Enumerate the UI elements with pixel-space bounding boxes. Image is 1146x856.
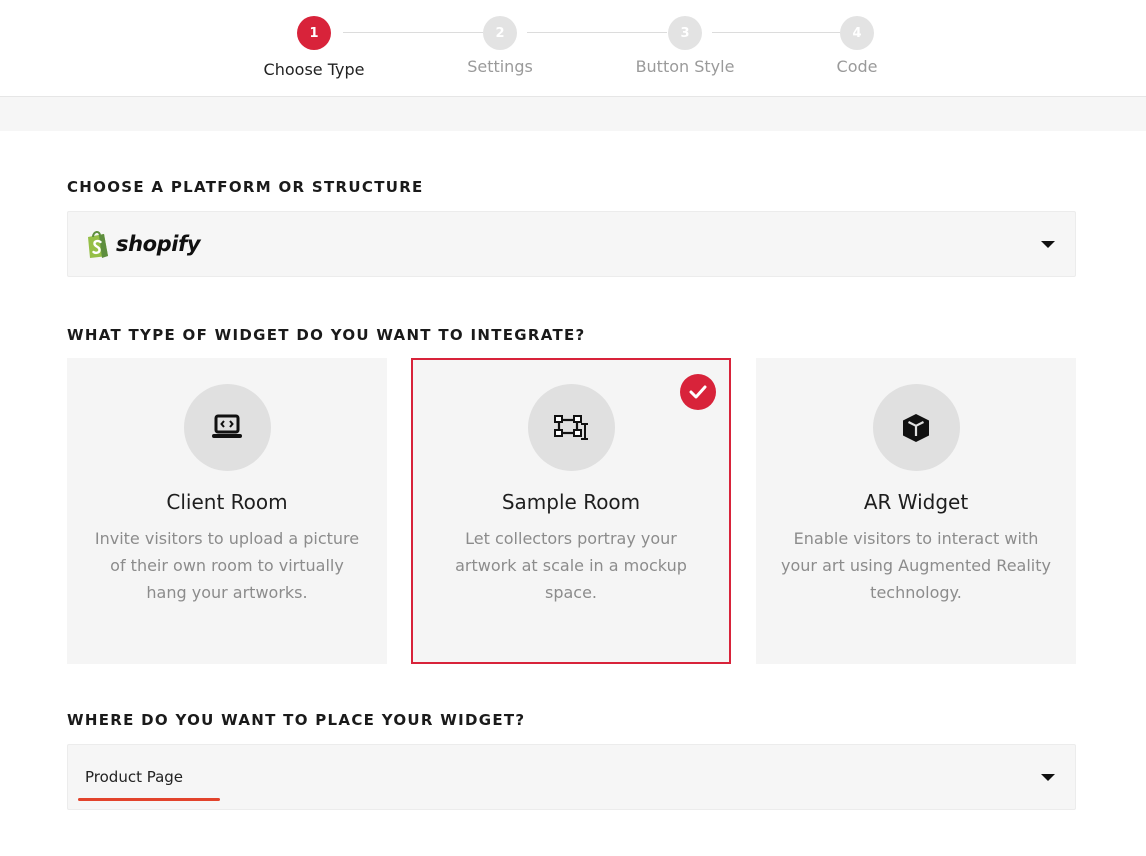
step-label: Code [836,57,878,76]
widget-option-title: Sample Room [501,490,641,514]
step-number: 2 [483,16,517,50]
platform-selected-value: shopify [116,232,201,256]
chevron-down-icon [1041,241,1055,248]
vector-square-icon [527,384,615,471]
platform-section-title: CHOOSE A PLATFORM OR STRUCTURE [67,178,424,196]
widget-option-title: AR Widget [863,490,969,514]
placement-selected-value: Product Page [85,768,184,786]
progress-stepper: 1 Choose Type 2 Settings 3 Button Style … [0,0,1146,97]
widget-option-description: Invite visitors to upload a picture of t… [94,529,360,602]
widget-option-sample-room[interactable]: Sample Room Let collectors portray your … [411,358,731,664]
shopify-logo: shopify [85,229,201,259]
step-settings[interactable]: 2 Settings [440,16,560,76]
placement-section-title: WHERE DO YOU WANT TO PLACE YOUR WIDGET? [67,711,526,729]
step-code[interactable]: 4 Code [797,16,917,76]
step-button-style[interactable]: 3 Button Style [625,16,745,76]
selected-underline [78,798,220,801]
step-label: Settings [467,57,533,76]
laptop-code-icon [183,384,271,471]
platform-select[interactable]: shopify [67,211,1076,277]
step-choose-type[interactable]: 1 Choose Type [254,16,374,79]
widget-option-description: Let collectors portray your artwork at s… [455,529,687,602]
divider-band [0,97,1146,131]
shopify-bag-icon [88,231,108,258]
chevron-down-icon [1041,774,1055,781]
step-number: 4 [840,16,874,50]
step-label: Button Style [635,57,735,76]
placement-select[interactable]: Product Page [67,744,1076,810]
widget-option-title: Client Room [166,490,288,514]
widget-option-description: Enable visitors to interact with your ar… [781,529,1051,602]
step-label: Choose Type [263,60,365,79]
step-number: 3 [668,16,702,50]
widget-section-title: WHAT TYPE OF WIDGET DO YOU WANT TO INTEG… [67,326,586,344]
widget-option-ar-widget[interactable]: AR Widget Enable visitors to interact wi… [756,358,1076,664]
cube-icon [872,384,960,471]
step-number: 1 [297,16,331,50]
widget-option-client-room[interactable]: Client Room Invite visitors to upload a … [67,358,387,664]
checkmark-icon [680,374,716,410]
